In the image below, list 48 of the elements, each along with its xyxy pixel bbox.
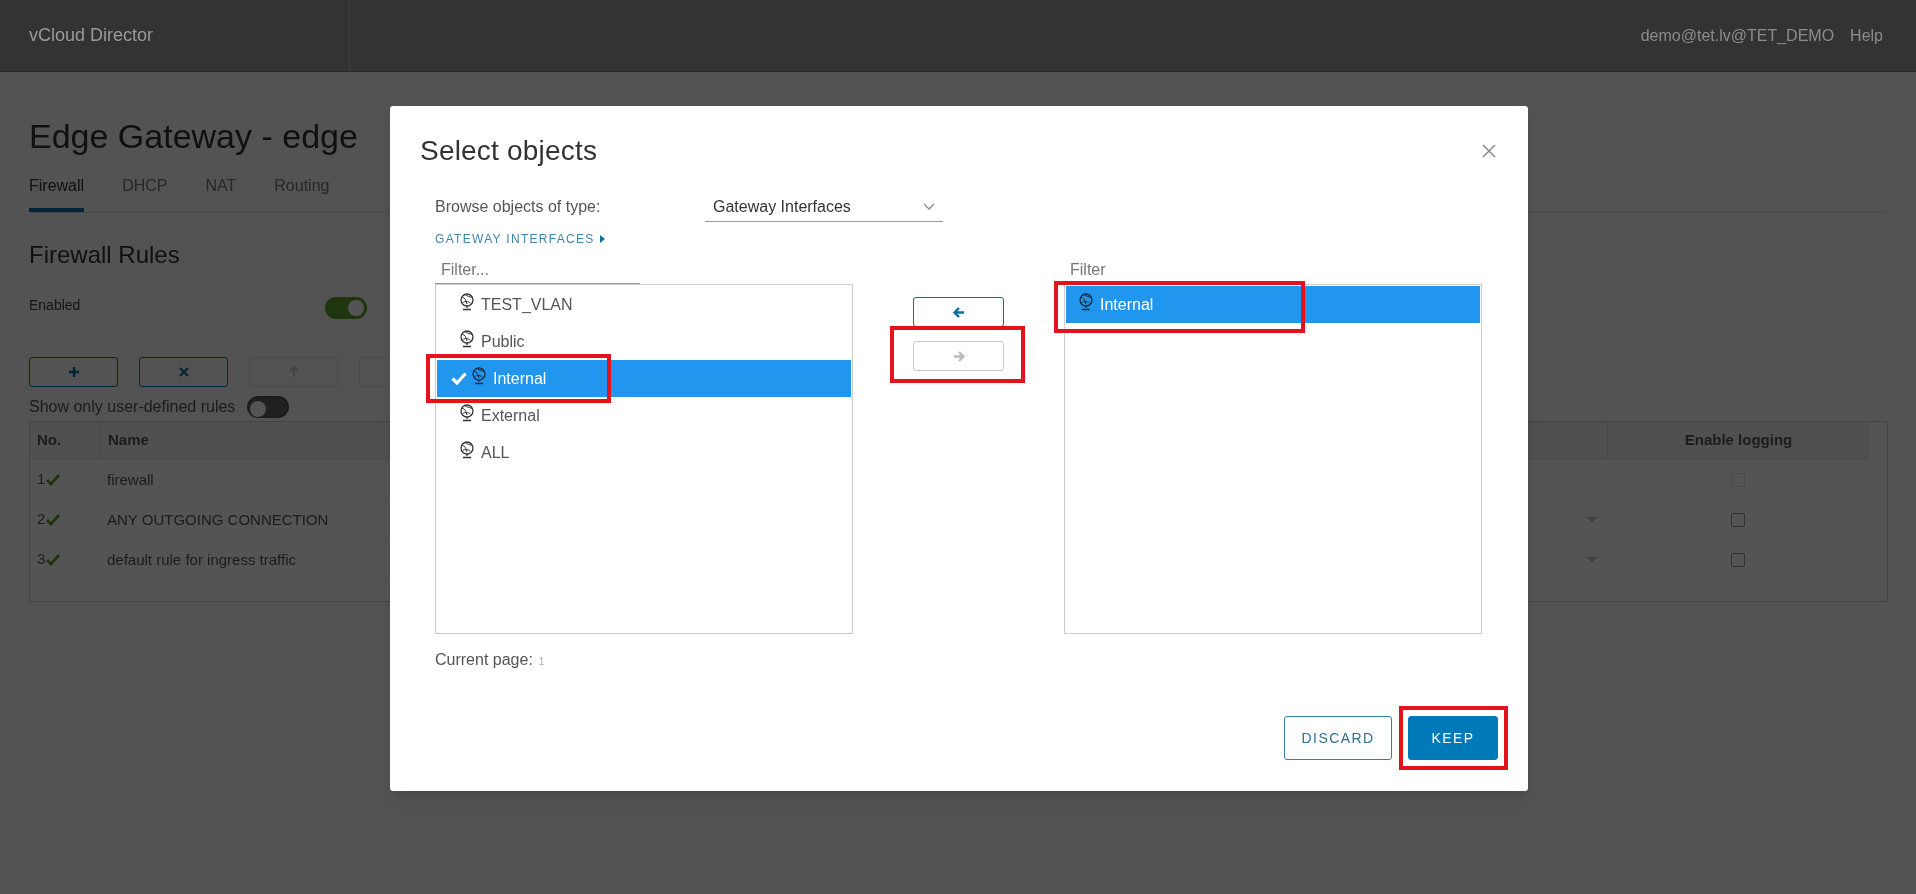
type-dropdown[interactable]: Gateway Interfaces (705, 192, 943, 222)
table-cell: firewall (107, 470, 154, 488)
toggle-label: Enabled (29, 295, 81, 315)
help-link[interactable]: Help (1850, 23, 1883, 48)
globe-icon (471, 366, 487, 385)
field-label: Browse objects of type: (435, 197, 602, 217)
globe-icon (459, 292, 475, 311)
globe-icon (459, 440, 475, 459)
toggle-switch[interactable] (325, 297, 367, 319)
globe-icon (459, 329, 475, 348)
dialog-button[interactable]: DISCARD (1284, 716, 1392, 760)
dialog-button[interactable]: KEEP (1408, 716, 1498, 760)
globe-icon (459, 403, 475, 422)
check-icon (451, 372, 467, 385)
chevron-down-icon (923, 202, 935, 211)
transfer-button[interactable] (913, 297, 1004, 327)
brand-title: vCloud Director (29, 24, 154, 47)
section-title: Firewall Rules (29, 240, 180, 270)
table-cell-text: 3 (37, 549, 46, 570)
page-number: 1 (538, 655, 545, 669)
checkbox[interactable] (1731, 512, 1745, 527)
filter-field[interactable]: Filter... (435, 256, 640, 284)
toolbar-button[interactable] (29, 357, 118, 387)
close-icon[interactable] (1482, 144, 1496, 158)
pagination-label: Current page: (435, 650, 533, 670)
table-cell-text: 1 (37, 469, 46, 490)
list-item[interactable]: Internal (437, 360, 851, 397)
toggle-switch[interactable] (247, 396, 290, 418)
globe-icon (1078, 292, 1094, 311)
filter-field[interactable]: Filter (1064, 256, 1269, 284)
arrow-right-icon (952, 350, 965, 362)
breadcrumb-link[interactable]: GATEWAY INTERFACES (435, 230, 605, 248)
dialog-title: Select objects (420, 134, 598, 168)
table-cell-text: 2 (37, 509, 46, 530)
toolbar-button[interactable] (139, 357, 228, 387)
tab[interactable]: Firewall (29, 174, 85, 212)
list-item[interactable]: Internal (1066, 286, 1480, 323)
add-icon (67, 366, 80, 378)
table-cell: ANY OUTGOING CONNECTION (107, 510, 329, 528)
caret-right-icon (599, 235, 605, 243)
list-item[interactable]: TEST_VLAN (437, 286, 851, 323)
page-title: Edge Gateway - edge (29, 116, 358, 156)
arrow-left-icon (952, 306, 965, 318)
list-item[interactable]: Public (437, 323, 851, 360)
user-menu[interactable]: demo@tet.lv@TET_DEMO (1640, 23, 1835, 48)
table-cell: default rule for ingress traffic (107, 550, 296, 568)
close-icon (178, 367, 189, 377)
checkbox[interactable] (1731, 552, 1745, 567)
